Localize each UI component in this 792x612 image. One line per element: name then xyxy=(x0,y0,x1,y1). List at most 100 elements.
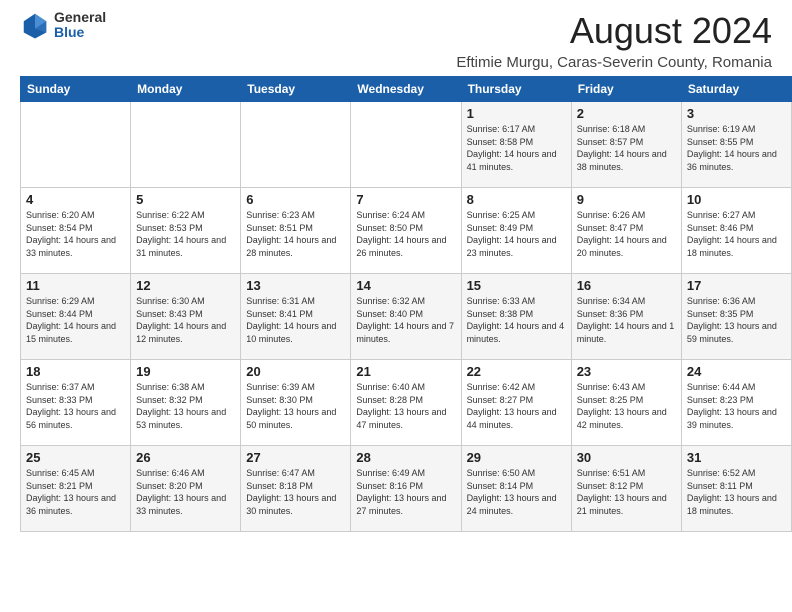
day-info: Sunrise: 6:38 AM Sunset: 8:32 PM Dayligh… xyxy=(136,382,226,430)
day-number: 16 xyxy=(577,278,676,293)
day-info: Sunrise: 6:50 AM Sunset: 8:14 PM Dayligh… xyxy=(467,468,557,516)
logo-blue: Blue xyxy=(54,25,106,40)
day-number: 25 xyxy=(26,450,125,465)
calendar-cell: 22 Sunrise: 6:42 AM Sunset: 8:27 PM Dayli… xyxy=(461,360,571,446)
day-info: Sunrise: 6:26 AM Sunset: 8:47 PM Dayligh… xyxy=(577,210,667,258)
calendar-cell: 2Sunrise: 6:18 AM Sunset: 8:57 PM Daylig… xyxy=(571,102,681,188)
calendar-cell xyxy=(351,102,461,188)
day-info: Sunrise: 6:32 AM Sunset: 8:40 PM Dayligh… xyxy=(356,296,454,344)
calendar-cell: 10 Sunrise: 6:27 AM Sunset: 8:46 PM Dayli… xyxy=(681,188,791,274)
day-info: Sunrise: 6:30 AM Sunset: 8:43 PM Dayligh… xyxy=(136,296,226,344)
day-number: 4 xyxy=(26,192,125,207)
day-info: Sunrise: 6:20 AM Sunset: 8:54 PM Dayligh… xyxy=(26,210,116,258)
day-info: Sunrise: 6:49 AM Sunset: 8:16 PM Dayligh… xyxy=(356,468,446,516)
day-info: Sunrise: 6:24 AM Sunset: 8:50 PM Dayligh… xyxy=(356,210,446,258)
logo-general: General xyxy=(54,10,106,25)
col-header-wednesday: Wednesday xyxy=(351,77,461,102)
day-info: Sunrise: 6:33 AM Sunset: 8:38 PM Dayligh… xyxy=(467,296,565,344)
day-number: 1 xyxy=(467,106,566,121)
col-header-saturday: Saturday xyxy=(681,77,791,102)
calendar-cell: 29Sunrise: 6:50 AM Sunset: 8:14 PM Dayli… xyxy=(461,446,571,532)
week-row-1: 1 Sunrise: 6:17 AM Sunset: 8:58 PM Daylig… xyxy=(21,102,792,188)
location-subtitle: Eftimie Murgu, Caras-Severin County, Rom… xyxy=(456,54,772,71)
day-number: 17 xyxy=(687,278,786,293)
day-number: 22 xyxy=(467,364,566,379)
calendar-cell xyxy=(21,102,131,188)
calendar-cell: 25 Sunrise: 6:45 AM Sunset: 8:21 PM Dayli… xyxy=(21,446,131,532)
day-number: 3 xyxy=(687,106,786,121)
calendar-cell: 23Sunrise: 6:43 AM Sunset: 8:25 PM Dayli… xyxy=(571,360,681,446)
day-info: Sunrise: 6:22 AM Sunset: 8:53 PM Dayligh… xyxy=(136,210,226,258)
day-number: 19 xyxy=(136,364,235,379)
day-info: Sunrise: 6:40 AM Sunset: 8:28 PM Dayligh… xyxy=(356,382,446,430)
calendar-cell: 20 Sunrise: 6:39 AM Sunset: 8:30 PM Dayli… xyxy=(241,360,351,446)
calendar-cell: 13 Sunrise: 6:31 AM Sunset: 8:41 PM Dayli… xyxy=(241,274,351,360)
col-header-friday: Friday xyxy=(571,77,681,102)
day-info: Sunrise: 6:43 AM Sunset: 8:25 PM Dayligh… xyxy=(577,382,667,430)
day-number: 6 xyxy=(246,192,345,207)
calendar-cell: 6 Sunrise: 6:23 AM Sunset: 8:51 PM Daylig… xyxy=(241,188,351,274)
day-number: 7 xyxy=(356,192,455,207)
day-info: Sunrise: 6:42 AM Sunset: 8:27 PM Dayligh… xyxy=(467,382,557,430)
week-row-4: 18 Sunrise: 6:37 AM Sunset: 8:33 PM Dayli… xyxy=(21,360,792,446)
day-info: Sunrise: 6:25 AM Sunset: 8:49 PM Dayligh… xyxy=(467,210,557,258)
day-number: 18 xyxy=(26,364,125,379)
calendar-cell: 5 Sunrise: 6:22 AM Sunset: 8:53 PM Daylig… xyxy=(131,188,241,274)
day-info: Sunrise: 6:27 AM Sunset: 8:46 PM Dayligh… xyxy=(687,210,777,258)
day-number: 14 xyxy=(356,278,455,293)
day-number: 11 xyxy=(26,278,125,293)
day-info: Sunrise: 6:51 AM Sunset: 8:12 PM Dayligh… xyxy=(577,468,667,516)
calendar-cell: 12Sunrise: 6:30 AM Sunset: 8:43 PM Dayli… xyxy=(131,274,241,360)
day-info: Sunrise: 6:44 AM Sunset: 8:23 PM Dayligh… xyxy=(687,382,777,430)
day-info: Sunrise: 6:17 AM Sunset: 8:58 PM Dayligh… xyxy=(467,124,557,172)
day-number: 28 xyxy=(356,450,455,465)
day-number: 21 xyxy=(356,364,455,379)
day-number: 10 xyxy=(687,192,786,207)
day-number: 30 xyxy=(577,450,676,465)
calendar-cell: 24 Sunrise: 6:44 AM Sunset: 8:23 PM Dayli… xyxy=(681,360,791,446)
day-info: Sunrise: 6:37 AM Sunset: 8:33 PM Dayligh… xyxy=(26,382,116,430)
calendar-table: SundayMondayTuesdayWednesdayThursdayFrid… xyxy=(20,76,792,532)
day-info: Sunrise: 6:45 AM Sunset: 8:21 PM Dayligh… xyxy=(26,468,116,516)
day-info: Sunrise: 6:36 AM Sunset: 8:35 PM Dayligh… xyxy=(687,296,777,344)
day-info: Sunrise: 6:52 AM Sunset: 8:11 PM Dayligh… xyxy=(687,468,777,516)
logo: General Blue xyxy=(20,10,106,41)
logo-icon xyxy=(20,10,50,40)
calendar-cell: 17 Sunrise: 6:36 AM Sunset: 8:35 PM Dayli… xyxy=(681,274,791,360)
calendar-cell: 7 Sunrise: 6:24 AM Sunset: 8:50 PM Daylig… xyxy=(351,188,461,274)
week-row-5: 25 Sunrise: 6:45 AM Sunset: 8:21 PM Dayli… xyxy=(21,446,792,532)
day-number: 15 xyxy=(467,278,566,293)
calendar-cell: 1 Sunrise: 6:17 AM Sunset: 8:58 PM Daylig… xyxy=(461,102,571,188)
day-number: 24 xyxy=(687,364,786,379)
calendar-cell: 28 Sunrise: 6:49 AM Sunset: 8:16 PM Dayli… xyxy=(351,446,461,532)
day-info: Sunrise: 6:23 AM Sunset: 8:51 PM Dayligh… xyxy=(246,210,336,258)
calendar-cell: 8Sunrise: 6:25 AM Sunset: 8:49 PM Daylig… xyxy=(461,188,571,274)
calendar-cell: 26Sunrise: 6:46 AM Sunset: 8:20 PM Dayli… xyxy=(131,446,241,532)
calendar-cell: 15 Sunrise: 6:33 AM Sunset: 8:38 PM Dayli… xyxy=(461,274,571,360)
calendar-cell: 3Sunrise: 6:19 AM Sunset: 8:55 PM Daylig… xyxy=(681,102,791,188)
calendar-cell: 30 Sunrise: 6:51 AM Sunset: 8:12 PM Dayli… xyxy=(571,446,681,532)
day-number: 27 xyxy=(246,450,345,465)
title-section: August 2024 Eftimie Murgu, Caras-Severin… xyxy=(456,10,772,71)
calendar-cell: 16 Sunrise: 6:34 AM Sunset: 8:36 PM Dayli… xyxy=(571,274,681,360)
col-header-thursday: Thursday xyxy=(461,77,571,102)
day-info: Sunrise: 6:39 AM Sunset: 8:30 PM Dayligh… xyxy=(246,382,336,430)
col-header-tuesday: Tuesday xyxy=(241,77,351,102)
calendar-cell: 27 Sunrise: 6:47 AM Sunset: 8:18 PM Dayli… xyxy=(241,446,351,532)
calendar-cell xyxy=(131,102,241,188)
calendar-cell: 4 Sunrise: 6:20 AM Sunset: 8:54 PM Daylig… xyxy=(21,188,131,274)
week-row-3: 11Sunrise: 6:29 AM Sunset: 8:44 PM Dayli… xyxy=(21,274,792,360)
month-year-title: August 2024 xyxy=(456,10,772,52)
day-info: Sunrise: 6:46 AM Sunset: 8:20 PM Dayligh… xyxy=(136,468,226,516)
day-number: 5 xyxy=(136,192,235,207)
day-number: 20 xyxy=(246,364,345,379)
day-info: Sunrise: 6:34 AM Sunset: 8:36 PM Dayligh… xyxy=(577,296,675,344)
day-info: Sunrise: 6:47 AM Sunset: 8:18 PM Dayligh… xyxy=(246,468,336,516)
day-number: 13 xyxy=(246,278,345,293)
logo-text: General Blue xyxy=(54,10,106,41)
calendar-cell: 19 Sunrise: 6:38 AM Sunset: 8:32 PM Dayli… xyxy=(131,360,241,446)
col-header-sunday: Sunday xyxy=(21,77,131,102)
calendar-cell: 9Sunrise: 6:26 AM Sunset: 8:47 PM Daylig… xyxy=(571,188,681,274)
day-info: Sunrise: 6:31 AM Sunset: 8:41 PM Dayligh… xyxy=(246,296,336,344)
calendar-cell: 14 Sunrise: 6:32 AM Sunset: 8:40 PM Dayli… xyxy=(351,274,461,360)
